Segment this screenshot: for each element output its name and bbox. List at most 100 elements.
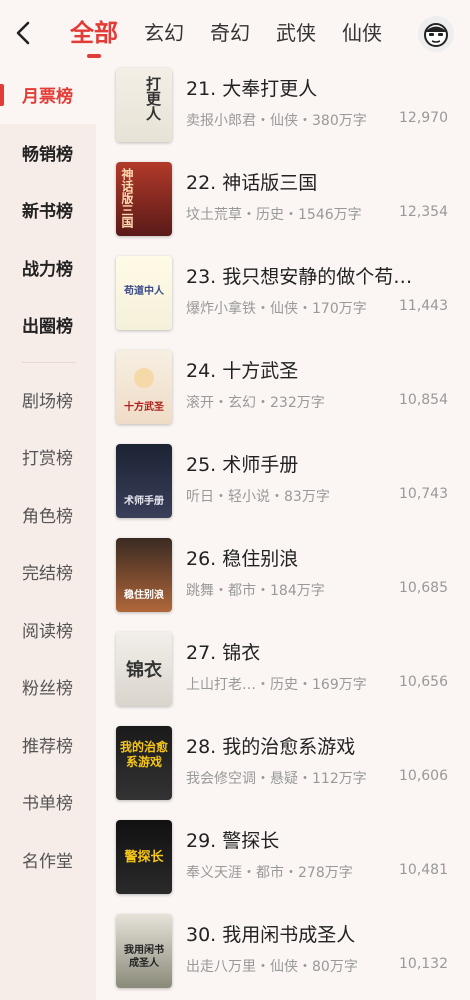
vote-count: 10,854 xyxy=(399,392,448,408)
book-title[interactable]: 25. 术师手册 xyxy=(186,450,456,477)
book-rank: 27. xyxy=(186,642,217,664)
book-name: 我的治愈系游戏 xyxy=(222,736,356,758)
book-rank: 21. xyxy=(186,78,217,100)
book-title[interactable]: 24. 十方武圣 xyxy=(186,356,456,383)
sidebar-item-power[interactable]: 战力榜 xyxy=(0,239,96,297)
sidebar-item-bestseller[interactable]: 畅销榜 xyxy=(0,124,96,182)
list-item[interactable]: 打更人 21. 大奉打更人 卖报小郎君・仙侠・380万字 12,970 xyxy=(96,66,470,160)
book-cover[interactable]: 我的治愈系游戏 xyxy=(116,726,172,800)
book-cover[interactable]: 稳住别浪 xyxy=(116,538,172,612)
book-list: 打更人 21. 大奉打更人 卖报小郎君・仙侠・380万字 12,970 神话版三… xyxy=(96,66,470,1000)
book-cover[interactable]: 打更人 xyxy=(116,68,172,142)
vote-count: 10,606 xyxy=(399,768,448,784)
sidebar-item-new-books[interactable]: 新书榜 xyxy=(0,181,96,239)
book-cover[interactable]: 苟道中人 xyxy=(116,256,172,330)
book-rank: 29. xyxy=(186,830,217,852)
book-name: 十方武圣 xyxy=(222,360,299,382)
sidebar-divider xyxy=(22,361,76,363)
cover-title: 术师手册 xyxy=(124,496,164,507)
book-name: 我用闲书成圣人 xyxy=(222,924,356,946)
vote-count: 10,132 xyxy=(399,956,448,972)
book-rank: 28. xyxy=(186,736,217,758)
book-title[interactable]: 22. 神话版三国 xyxy=(186,168,456,195)
cover-title: 锦衣 xyxy=(126,660,162,681)
cover-title: 警探长 xyxy=(124,850,164,865)
tab-all[interactable]: 全部 xyxy=(70,0,118,66)
cover-title: 打更人 xyxy=(144,76,162,121)
list-item[interactable]: 苟道中人 23. 我只想安静的做个苟… 爆炸小拿铁・仙侠・170万字 11,44… xyxy=(96,254,470,348)
tab-qihuan[interactable]: 奇幻 xyxy=(210,0,250,66)
vote-count: 10,481 xyxy=(399,862,448,878)
sidebar-item-booklist[interactable]: 书单榜 xyxy=(0,773,96,831)
list-item[interactable]: 神话版三国 22. 神话版三国 坟土荒草・历史・1546万字 12,354 xyxy=(96,160,470,254)
book-meta: 跳舞・都市・184万字 xyxy=(186,583,325,599)
list-item[interactable]: 我的治愈系游戏 28. 我的治愈系游戏 我会修空调・悬疑・112万字 10,60… xyxy=(96,724,470,818)
category-tabs: 全部 玄幻 奇幻 武侠 仙侠 xyxy=(70,0,408,66)
back-button[interactable] xyxy=(8,18,38,48)
cover-title: 苟道中人 xyxy=(124,286,164,297)
cover-title: 我的治愈系游戏 xyxy=(120,740,169,769)
cover-title: 稳住别浪 xyxy=(124,590,164,601)
list-item[interactable]: 术师手册 25. 术师手册 听日・轻小说・83万字 10,743 xyxy=(96,442,470,536)
book-name: 大奉打更人 xyxy=(222,78,318,100)
tab-xianxia[interactable]: 仙侠 xyxy=(342,0,382,66)
cover-title: 神话版三国 xyxy=(120,168,134,228)
sidebar-item-monthly-ticket[interactable]: 月票榜 xyxy=(0,66,96,124)
book-title[interactable]: 30. 我用闲书成圣人 xyxy=(186,920,456,947)
book-meta: 坟土荒草・历史・1546万字 xyxy=(186,207,362,223)
list-item[interactable]: 十方武圣 24. 十方武圣 滚开・玄幻・232万字 10,854 xyxy=(96,348,470,442)
book-name: 警探长 xyxy=(222,830,280,852)
sidebar-item-viral[interactable]: 出圈榜 xyxy=(0,296,96,354)
book-title[interactable]: 21. 大奉打更人 xyxy=(186,74,456,101)
book-title[interactable]: 26. 稳住别浪 xyxy=(186,544,456,571)
book-meta: 卖报小郎君・仙侠・380万字 xyxy=(186,113,367,129)
book-meta: 上山打老…・历史・169万字 xyxy=(186,677,367,693)
sidebar-item-fans[interactable]: 粉丝榜 xyxy=(0,658,96,716)
book-cover[interactable]: 术师手册 xyxy=(116,444,172,518)
book-rank: 26. xyxy=(186,548,217,570)
sidebar-item-masterpiece[interactable]: 名作堂 xyxy=(0,831,96,889)
chevron-left-icon xyxy=(16,21,30,45)
tab-wuxia[interactable]: 武侠 xyxy=(276,0,316,66)
book-rank: 22. xyxy=(186,172,217,194)
vote-count: 10,685 xyxy=(399,580,448,596)
vote-count: 10,743 xyxy=(399,486,448,502)
sidebar-item-reward[interactable]: 打赏榜 xyxy=(0,428,96,486)
book-meta: 爆炸小拿铁・仙侠・170万字 xyxy=(186,301,367,317)
book-title[interactable]: 27. 锦衣 xyxy=(186,638,456,665)
book-name: 锦衣 xyxy=(222,642,261,664)
cover-title: 十方武圣 xyxy=(124,402,164,413)
tab-xuanhuan[interactable]: 玄幻 xyxy=(144,0,184,66)
book-title[interactable]: 29. 警探长 xyxy=(186,826,456,853)
book-cover[interactable]: 神话版三国 xyxy=(116,162,172,236)
book-rank: 24. xyxy=(186,360,217,382)
list-item[interactable]: 警探长 29. 警探长 奉义天涯・都市・278万字 10,481 xyxy=(96,818,470,912)
sidebar-item-reading[interactable]: 阅读榜 xyxy=(0,601,96,659)
list-item[interactable]: 我用闲书成圣人 30. 我用闲书成圣人 出走八万里・仙侠・80万字 10,132 xyxy=(96,912,470,1000)
book-cover[interactable]: 我用闲书成圣人 xyxy=(116,914,172,988)
sidebar-item-theater[interactable]: 剧场榜 xyxy=(0,371,96,429)
book-cover[interactable]: 锦衣 xyxy=(116,632,172,706)
book-meta: 听日・轻小说・83万字 xyxy=(186,489,330,505)
avatar[interactable] xyxy=(418,16,454,52)
book-name: 神话版三国 xyxy=(222,172,318,194)
book-rank: 25. xyxy=(186,454,217,476)
book-cover[interactable]: 警探长 xyxy=(116,820,172,894)
book-title[interactable]: 28. 我的治愈系游戏 xyxy=(186,732,456,759)
user-face-icon xyxy=(424,23,448,47)
cover-title: 我用闲书成圣人 xyxy=(124,945,164,969)
vote-count: 12,354 xyxy=(399,204,448,220)
book-rank: 23. xyxy=(186,266,217,288)
sidebar-item-completed[interactable]: 完结榜 xyxy=(0,543,96,601)
list-item[interactable]: 锦衣 27. 锦衣 上山打老…・历史・169万字 10,656 xyxy=(96,630,470,724)
book-title[interactable]: 23. 我只想安静的做个苟… xyxy=(186,262,456,289)
book-cover[interactable]: 十方武圣 xyxy=(116,350,172,424)
sidebar-item-recommend[interactable]: 推荐榜 xyxy=(0,716,96,774)
sidebar-item-character[interactable]: 角色榜 xyxy=(0,486,96,544)
top-bar: 全部 玄幻 奇幻 武侠 仙侠 xyxy=(0,0,470,66)
book-rank: 30. xyxy=(186,924,217,946)
ranking-sidebar: 月票榜 畅销榜 新书榜 战力榜 出圈榜 剧场榜 打赏榜 角色榜 完结榜 阅读榜 … xyxy=(0,66,96,1000)
moon-shape xyxy=(134,368,154,388)
book-meta: 奉义天涯・都市・278万字 xyxy=(186,865,353,881)
list-item[interactable]: 稳住别浪 26. 稳住别浪 跳舞・都市・184万字 10,685 xyxy=(96,536,470,630)
